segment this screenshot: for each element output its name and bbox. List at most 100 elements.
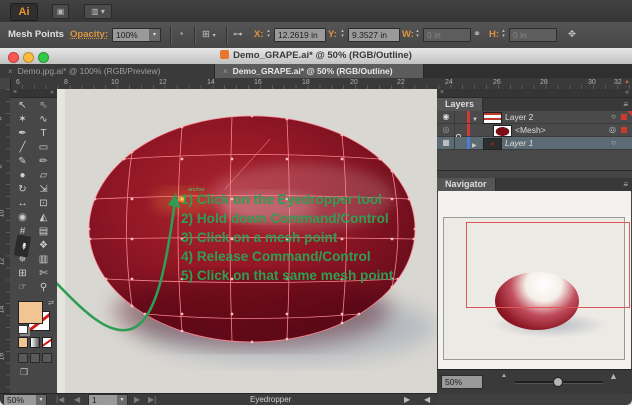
- hand-tool[interactable]: ☞: [12, 281, 33, 295]
- draw-normal-button[interactable]: [18, 353, 28, 363]
- navigator-preview[interactable]: [438, 191, 631, 369]
- w-field[interactable]: 0 in: [423, 28, 471, 42]
- lock-column[interactable]: [454, 111, 467, 123]
- shape-builder-tool[interactable]: ◉: [12, 211, 33, 225]
- visibility-eye-icon[interactable]: ◎: [440, 124, 452, 136]
- paintbrush-tool[interactable]: ✎: [12, 155, 33, 169]
- draw-inside-button[interactable]: [42, 353, 52, 363]
- target-circle-icon[interactable]: ◎: [609, 124, 616, 136]
- artboard-tool[interactable]: ⊞: [12, 267, 33, 281]
- gradient-tool[interactable]: ▤: [33, 225, 54, 239]
- scroll-up-icon[interactable]: ▲: [624, 78, 630, 87]
- line-segment-tool[interactable]: ╱: [12, 141, 33, 155]
- layer-row-layer1[interactable]: ▦ ▶ Layer 1 ○: [437, 137, 632, 150]
- scale-tool[interactable]: ⇲: [33, 183, 54, 197]
- visibility-eye-icon[interactable]: ◉: [440, 111, 452, 123]
- zoom-in-mountain-icon[interactable]: ▲: [609, 371, 618, 381]
- blob-brush-tool[interactable]: ●: [12, 169, 33, 183]
- direct-selection-tool[interactable]: ⇖: [33, 99, 54, 113]
- template-icon[interactable]: ▦: [440, 137, 452, 149]
- selection-tool[interactable]: ↖: [12, 99, 33, 113]
- layer-name[interactable]: Layer 1: [505, 137, 533, 149]
- object-name[interactable]: <Mesh>: [515, 124, 546, 136]
- w-stepper[interactable]: ▴ ▾: [414, 29, 421, 41]
- layer-thumbnail[interactable]: [483, 138, 502, 150]
- zoom-tool[interactable]: ⚲: [33, 281, 54, 295]
- selection-chip[interactable]: [621, 127, 627, 133]
- tab-demo-grape[interactable]: × Demo_GRAPE.ai* @ 50% (RGB/Outline): [215, 64, 424, 78]
- bridge-icon[interactable]: ▣: [52, 4, 69, 19]
- collapse-icon[interactable]: «: [625, 89, 629, 97]
- lasso-tool[interactable]: ∿: [33, 113, 54, 127]
- y-stepper[interactable]: ▴ ▾: [339, 29, 346, 41]
- next-artboard-button[interactable]: ▶: [134, 394, 140, 405]
- workspace-switcher[interactable]: ▥ ▾: [84, 4, 112, 19]
- navigator-zoom-field[interactable]: 50%: [441, 375, 483, 389]
- opacity-caret[interactable]: ▾: [149, 28, 161, 42]
- width-tool[interactable]: ↔: [12, 197, 33, 211]
- tab-navigator[interactable]: Navigator: [437, 178, 496, 191]
- first-artboard-button[interactable]: |◀: [56, 394, 64, 405]
- h-stepper[interactable]: ▴ ▾: [500, 29, 507, 41]
- h-field[interactable]: 0 in: [509, 28, 557, 42]
- target-circle-icon[interactable]: ○: [611, 137, 616, 149]
- previous-artboard-button[interactable]: ◀: [74, 394, 80, 405]
- zoom-caret[interactable]: ▾: [36, 394, 47, 405]
- color-button[interactable]: [18, 337, 28, 348]
- opacity-field[interactable]: 100%: [112, 28, 150, 42]
- x-stepper[interactable]: ▴ ▾: [265, 29, 272, 41]
- artboard-caret[interactable]: ▾: [117, 394, 128, 405]
- recolor-artwork-icon[interactable]: ◔: [178, 22, 184, 48]
- navigator-zoom-slider-thumb[interactable]: [553, 377, 563, 387]
- panel-menu-icon[interactable]: ≡: [623, 100, 628, 109]
- y-field[interactable]: 9.3527 in: [348, 28, 400, 42]
- blend-tool[interactable]: ❖: [33, 239, 54, 253]
- last-artboard-button[interactable]: ▶|: [148, 394, 156, 405]
- navigator-proxy-view-box[interactable]: [466, 222, 630, 308]
- eraser-tool[interactable]: ▱: [33, 169, 54, 183]
- isolate-selected-icon[interactable]: ⊶: [233, 22, 243, 48]
- layer-name[interactable]: Layer 2: [505, 111, 533, 123]
- type-tool[interactable]: T: [33, 127, 54, 141]
- pen-tool[interactable]: ✒: [12, 127, 33, 141]
- none-button[interactable]: [42, 337, 52, 348]
- x-field[interactable]: 12.2619 in: [274, 28, 326, 42]
- opacity-label[interactable]: Opacity:: [70, 22, 108, 48]
- fill-swatch[interactable]: [18, 301, 43, 324]
- target-circle-icon[interactable]: ○: [611, 111, 616, 123]
- draw-behind-button[interactable]: [30, 353, 40, 363]
- status-forward-icon[interactable]: ▶: [404, 394, 410, 405]
- swap-fill-stroke-icon[interactable]: ⇄: [48, 299, 54, 307]
- tab-close-icon[interactable]: ×: [223, 67, 228, 76]
- gradient-button[interactable]: [30, 337, 40, 348]
- slice-tool[interactable]: ✄: [33, 267, 54, 281]
- rotate-tool[interactable]: ↻: [12, 183, 33, 197]
- close-icon[interactable]: ×: [13, 89, 17, 97]
- close-icon[interactable]: ×: [440, 89, 444, 97]
- default-fill-stroke-icon[interactable]: [18, 325, 28, 334]
- layer-thumbnail[interactable]: [483, 112, 502, 124]
- tab-demo-jpg[interactable]: × Demo.jpg.ai* @ 100% (RGB/Preview): [0, 64, 215, 78]
- rectangle-tool[interactable]: ▭: [33, 141, 54, 155]
- perspective-grid-tool[interactable]: ◭: [33, 211, 54, 225]
- zoom-out-mountain-icon[interactable]: ▲: [501, 373, 507, 379]
- select-similar-button[interactable]: ⊞ ▾: [202, 22, 216, 48]
- pencil-tool[interactable]: ✏: [33, 155, 54, 169]
- scroll-left-icon[interactable]: ◀: [424, 394, 430, 405]
- object-thumbnail[interactable]: [493, 125, 512, 137]
- column-graph-tool[interactable]: ▥: [33, 253, 54, 267]
- collapse-icon[interactable]: «: [50, 89, 54, 97]
- artboard-number-field[interactable]: 1: [88, 394, 118, 405]
- tab-layers[interactable]: Layers: [437, 98, 484, 111]
- lock-column[interactable]: [454, 137, 467, 149]
- tab-close-icon[interactable]: ×: [8, 67, 13, 76]
- layer-row-layer2[interactable]: ◉ ▼ Layer 2 ○: [437, 111, 632, 124]
- magic-wand-tool[interactable]: ✶: [12, 113, 33, 127]
- panel-menu-icon[interactable]: ≡: [623, 180, 628, 189]
- screen-mode-button[interactable]: ❐: [20, 367, 28, 378]
- constrain-proportions-icon[interactable]: ⚭: [473, 22, 481, 48]
- transform-icon[interactable]: ✥: [568, 22, 576, 48]
- document-canvas[interactable]: anchor 1) Click on the Eyedropper tool 2…: [40, 89, 437, 393]
- free-transform-tool[interactable]: ⊡: [33, 197, 54, 211]
- layer-row-mesh[interactable]: ◎ <Mesh> ◎: [437, 124, 632, 137]
